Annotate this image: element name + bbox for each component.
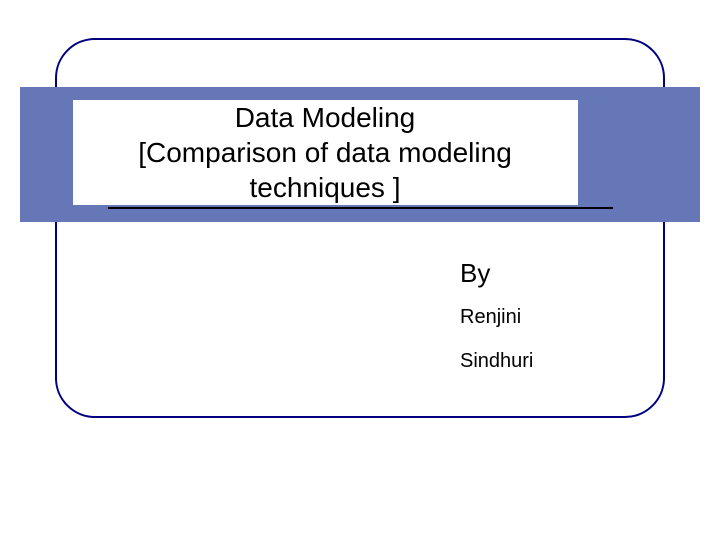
title-line-2: [Comparison of data modeling bbox=[138, 137, 512, 168]
title-underline bbox=[108, 207, 613, 209]
author-2: Sindhuri bbox=[460, 350, 533, 373]
title-box: Data Modeling [Comparison of data modeli… bbox=[73, 100, 578, 205]
title-line-3: techniques ] bbox=[249, 172, 400, 203]
title-line-1: Data Modeling bbox=[235, 102, 416, 133]
title-banner: Data Modeling [Comparison of data modeli… bbox=[20, 87, 700, 222]
title-text: Data Modeling [Comparison of data modeli… bbox=[138, 100, 512, 205]
author-1: Renjini bbox=[460, 306, 521, 329]
title-inner-container: Data Modeling [Comparison of data modeli… bbox=[108, 100, 613, 209]
by-label: By bbox=[460, 258, 490, 289]
